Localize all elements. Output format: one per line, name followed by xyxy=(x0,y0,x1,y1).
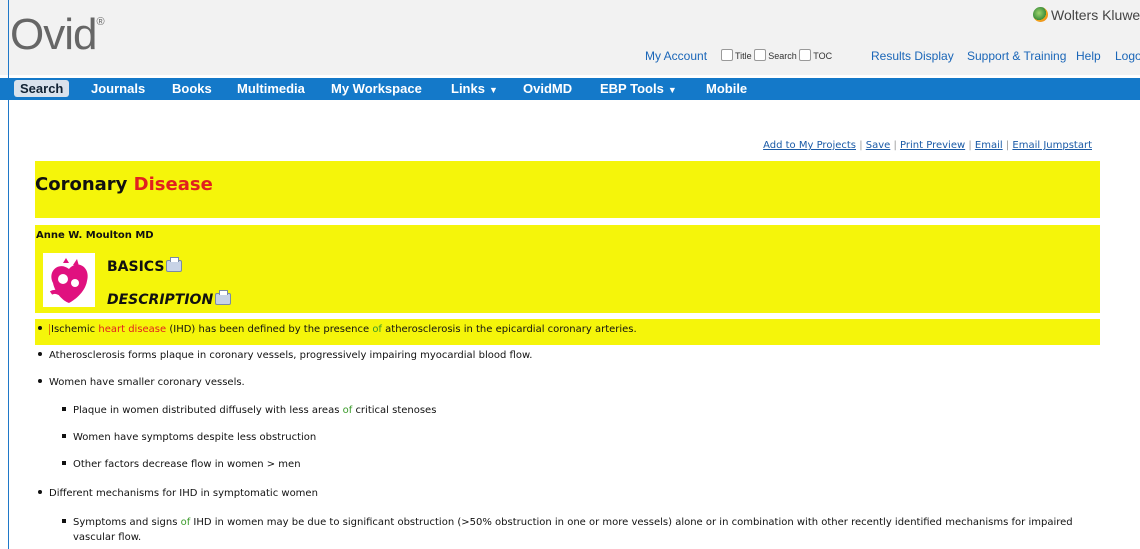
email-link[interactable]: Email xyxy=(975,140,1003,151)
my-account-link[interactable]: My Account xyxy=(645,49,707,63)
list-item: Other factors decrease flow in women > m… xyxy=(62,459,301,470)
ebp-tools-dropdown-icon: ▼ xyxy=(667,85,677,95)
help-link[interactable]: Help xyxy=(1076,49,1101,63)
nav-ebp-tools[interactable]: EBP Tools ▼ xyxy=(600,81,677,96)
display-options: Title Search TOC xyxy=(721,49,832,61)
add-to-projects-link[interactable]: Add to My Projects xyxy=(763,140,856,151)
bullet-icon xyxy=(38,379,42,383)
nav-journals[interactable]: Journals xyxy=(91,81,145,96)
list-item: Atherosclerosis forms plaque in coronary… xyxy=(38,350,532,361)
print-preview-link[interactable]: Print Preview xyxy=(900,140,965,151)
ovid-logo[interactable]: Ovid® xyxy=(10,13,105,57)
bullet-icon xyxy=(38,490,42,494)
bullet-icon xyxy=(38,326,42,330)
bullet-icon xyxy=(38,352,42,356)
nav-mobile[interactable]: Mobile xyxy=(706,81,747,96)
bullet-icon xyxy=(62,519,66,523)
print-section-icon[interactable] xyxy=(166,257,183,272)
heart-illustration-icon xyxy=(43,253,95,307)
support-training-link[interactable]: Support & Training xyxy=(967,49,1066,63)
list-item: Women have symptoms despite less obstruc… xyxy=(62,432,316,443)
toc-checkbox[interactable] xyxy=(799,49,812,61)
section-basics[interactable]: BASICS xyxy=(107,257,183,275)
nav-books[interactable]: Books xyxy=(172,81,212,96)
wolters-kluwer-brand: Wolters Kluwe xyxy=(1033,7,1140,23)
author-section: Anne W. Moulton MD BASICS DESCRIPTION xyxy=(35,225,1100,313)
email-jumpstart-link[interactable]: Email Jumpstart xyxy=(1012,140,1092,151)
nav-links[interactable]: Links ▼ xyxy=(451,81,498,96)
nav-my-workspace[interactable]: My Workspace xyxy=(331,81,422,96)
list-item: Different mechanisms for IHD in symptoma… xyxy=(38,488,318,499)
logoff-link[interactable]: Logo xyxy=(1115,49,1140,63)
top-header: Ovid® Wolters Kluwe My Account Title Sea… xyxy=(0,0,1140,75)
nav-multimedia[interactable]: Multimedia xyxy=(237,81,305,96)
print-section-icon[interactable] xyxy=(215,290,232,305)
list-item: Symptoms and signs of IHD in women may b… xyxy=(62,515,1073,545)
list-item: Ischemic heart disease (IHD) has been de… xyxy=(38,324,637,335)
bullet-icon xyxy=(62,407,66,411)
bullet-icon xyxy=(62,461,66,465)
title-banner: Coronary Disease xyxy=(35,161,1100,218)
wolters-kluwer-logo-icon xyxy=(1033,7,1048,22)
author-name: Anne W. Moulton MD xyxy=(36,230,154,241)
main-nav: Search Journals Books Multimedia My Work… xyxy=(0,78,1140,100)
nav-search[interactable]: Search xyxy=(14,80,70,97)
nav-ovidmd[interactable]: OvidMD xyxy=(523,81,572,96)
links-dropdown-icon: ▼ xyxy=(488,85,498,95)
save-link[interactable]: Save xyxy=(866,140,891,151)
page-title: Coronary Disease xyxy=(35,174,213,195)
bullet-icon xyxy=(62,434,66,438)
search-checkbox[interactable] xyxy=(754,49,767,61)
list-item: Plaque in women distributed diffusely wi… xyxy=(62,405,436,416)
section-description[interactable]: DESCRIPTION xyxy=(107,290,232,308)
list-item: Women have smaller coronary vessels. xyxy=(38,377,245,388)
title-checkbox[interactable] xyxy=(721,49,733,61)
article-actions: Add to My Projects | Save | Print Previe… xyxy=(763,140,1092,151)
results-display-link[interactable]: Results Display xyxy=(871,49,954,63)
